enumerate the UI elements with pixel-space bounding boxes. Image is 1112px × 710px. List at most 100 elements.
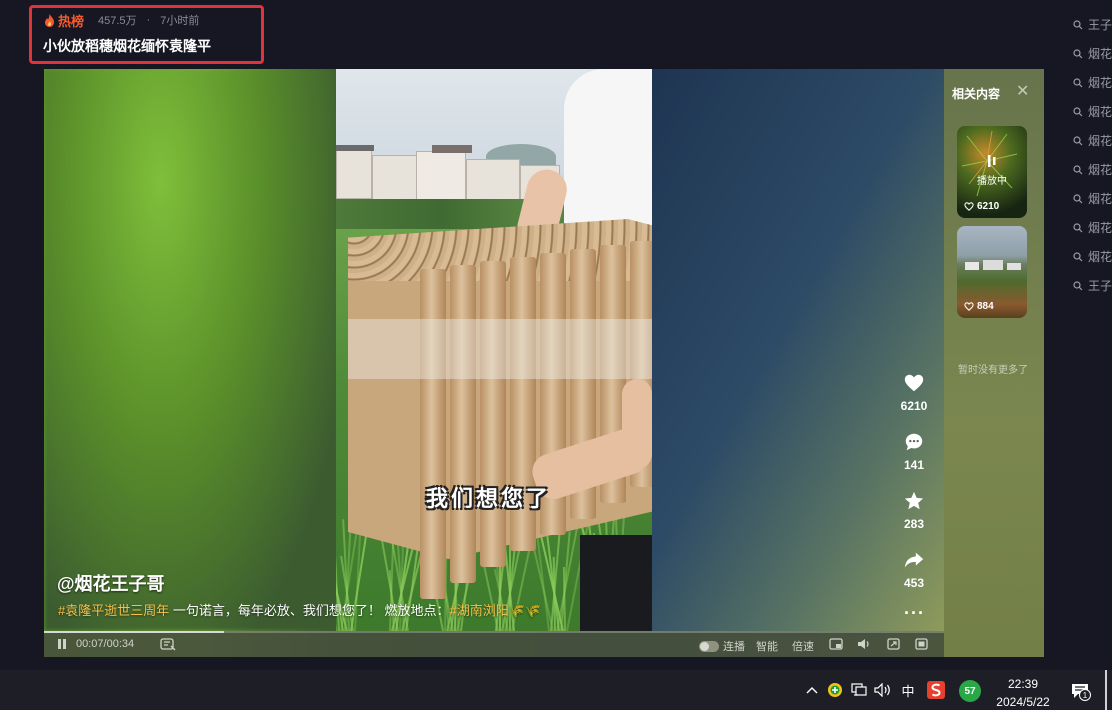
pause-icon xyxy=(988,155,996,167)
app-window: 热榜 457.5万 · 7小时前 小伙放稻穗烟花缅怀袁隆平 王子 烟花 烟花 烟花 烟花… xyxy=(0,0,1112,710)
description-text: 一句诺言，每年必放、我们想您了！ 燃放地点： xyxy=(169,603,450,618)
fullscreen-button[interactable] xyxy=(915,638,928,650)
search-icon xyxy=(1073,280,1083,290)
security-app-icon xyxy=(828,683,842,697)
show-desktop-button[interactable] xyxy=(1105,670,1107,710)
video-player[interactable]: 我们想您了 @烟花王子哥 #袁隆平逝世三周年 一句诺言，每年必放、我们想您了！ … xyxy=(44,69,944,657)
progress-track[interactable] xyxy=(44,631,944,633)
related-card[interactable]: 884 xyxy=(957,226,1027,318)
smart-button[interactable]: 智能 xyxy=(756,638,778,654)
ime-indicator[interactable]: 中 xyxy=(899,681,917,699)
comment-button[interactable]: 141 xyxy=(892,431,936,490)
volume-tray-button[interactable] xyxy=(874,682,892,698)
clock-date: 2024/5/22 xyxy=(996,695,1050,709)
search-suggestion[interactable]: 烟花 xyxy=(1068,242,1112,271)
search-suggestion-text: 烟花 xyxy=(1088,76,1112,90)
blurred-background-left xyxy=(44,69,336,631)
fullscreen-icon xyxy=(915,638,928,650)
search-suggestion[interactable]: 烟花 xyxy=(1068,155,1112,184)
time-ago: 7小时前 xyxy=(160,15,200,27)
card-likes: 884 xyxy=(964,301,994,312)
video-frame[interactable] xyxy=(336,69,652,631)
hot-info-row: 热榜 457.5万 · 7小时前 xyxy=(44,11,200,30)
search-suggestion[interactable]: 王子 xyxy=(1068,271,1112,300)
network-icon xyxy=(851,683,867,696)
search-icon xyxy=(1073,48,1083,58)
heart-outline-icon xyxy=(964,202,974,211)
search-icon xyxy=(1073,106,1083,116)
search-suggestion-text: 烟花 xyxy=(1088,250,1112,264)
card-likes: 6210 xyxy=(964,201,999,212)
search-suggestion[interactable]: 烟花 xyxy=(1068,184,1112,213)
search-suggestion-text: 王子 xyxy=(1088,279,1112,293)
danmaku-button[interactable] xyxy=(160,638,176,651)
card-likes-count: 6210 xyxy=(977,201,1000,212)
search-icon xyxy=(1073,251,1083,261)
star-icon xyxy=(904,491,924,510)
progress-fill xyxy=(44,631,224,633)
share-button[interactable]: 453 xyxy=(892,549,936,608)
search-suggestion-text: 王子 xyxy=(1088,18,1112,32)
related-card[interactable]: 播放中 6210 xyxy=(957,126,1027,218)
search-suggestion[interactable]: 烟花 xyxy=(1068,97,1112,126)
hot-label[interactable]: 热榜 xyxy=(58,11,84,30)
search-suggestion-text: 烟花 xyxy=(1088,134,1112,148)
notification-button[interactable]: 1 xyxy=(1069,680,1091,702)
search-suggestion-list: 王子 烟花 烟花 烟花 烟花 烟花 烟花 烟花 烟花 王子 xyxy=(1068,10,1112,300)
scene-roof xyxy=(432,145,472,153)
picture-in-picture-icon xyxy=(829,638,843,650)
flame-icon xyxy=(45,13,54,27)
toggle-switch xyxy=(699,640,719,652)
search-suggestion[interactable]: 烟花 xyxy=(1068,213,1112,242)
taskbar xyxy=(0,670,1112,710)
hashtag-link[interactable]: #袁隆平逝世三周年 xyxy=(58,603,169,618)
close-icon[interactable]: ✕ xyxy=(1016,81,1029,101)
tray-expand-button[interactable] xyxy=(804,682,820,698)
search-suggestion-text: 烟花 xyxy=(1088,105,1112,119)
cpu-badge[interactable]: 57 xyxy=(959,680,981,702)
tray-app-button[interactable] xyxy=(827,682,843,698)
firework-tube xyxy=(480,261,506,567)
search-suggestion[interactable]: 烟花 xyxy=(1068,68,1112,97)
search-suggestion[interactable]: 烟花 xyxy=(1068,126,1112,155)
notification-count: 1 xyxy=(1079,689,1091,701)
pip-button[interactable] xyxy=(829,638,843,650)
chevron-up-icon xyxy=(806,687,818,694)
sogou-ime-button[interactable] xyxy=(927,681,945,699)
favorite-button[interactable]: 283 xyxy=(892,490,936,549)
search-icon xyxy=(1073,19,1083,29)
danmaku-icon xyxy=(160,638,176,651)
pause-button[interactable] xyxy=(56,638,68,650)
system-clock[interactable]: 22:39 2024/5/22 xyxy=(985,675,1061,710)
web-fullscreen-icon xyxy=(887,638,900,650)
scene-house xyxy=(466,159,520,203)
time-display: 00:07/00:34 xyxy=(76,638,135,650)
view-count: 457.5万 xyxy=(98,15,137,27)
autoplay-toggle[interactable]: 连播 xyxy=(699,638,745,654)
hashtag-link[interactable]: #湖南浏阳 xyxy=(449,603,508,618)
video-description: #袁隆平逝世三周年 一句诺言，每年必放、我们想您了！ 燃放地点：#湖南浏阳🌾🌾 xyxy=(58,600,541,619)
autoplay-label: 连播 xyxy=(723,641,745,653)
scene-roof xyxy=(336,145,374,151)
search-suggestion[interactable]: 王子 xyxy=(1068,10,1112,39)
web-fullscreen-button[interactable] xyxy=(887,638,900,650)
heart-outline-icon xyxy=(964,302,974,311)
search-suggestion[interactable]: 烟花 xyxy=(1068,39,1112,68)
comment-icon xyxy=(905,433,923,451)
sogou-icon xyxy=(927,681,945,699)
video-title: 小伙放稻穗烟花缅怀袁隆平 xyxy=(43,38,211,54)
more-options-button[interactable]: ··· xyxy=(904,603,925,624)
like-button[interactable]: 6210 xyxy=(892,372,936,431)
like-count: 6210 xyxy=(900,399,928,413)
speed-button[interactable]: 倍速 xyxy=(792,638,814,654)
rice-emoji: 🌾🌾 xyxy=(508,603,542,618)
search-icon xyxy=(1073,222,1083,232)
author-name[interactable]: @烟花王子哥 xyxy=(57,570,165,596)
volume-button[interactable] xyxy=(857,638,871,650)
video-subtitle: 我们想您了 xyxy=(426,486,552,511)
speaker-icon xyxy=(874,683,890,697)
network-button[interactable] xyxy=(851,682,867,698)
search-suggestion-text: 烟花 xyxy=(1088,47,1112,61)
separator: · xyxy=(146,14,151,26)
search-icon xyxy=(1073,77,1083,87)
